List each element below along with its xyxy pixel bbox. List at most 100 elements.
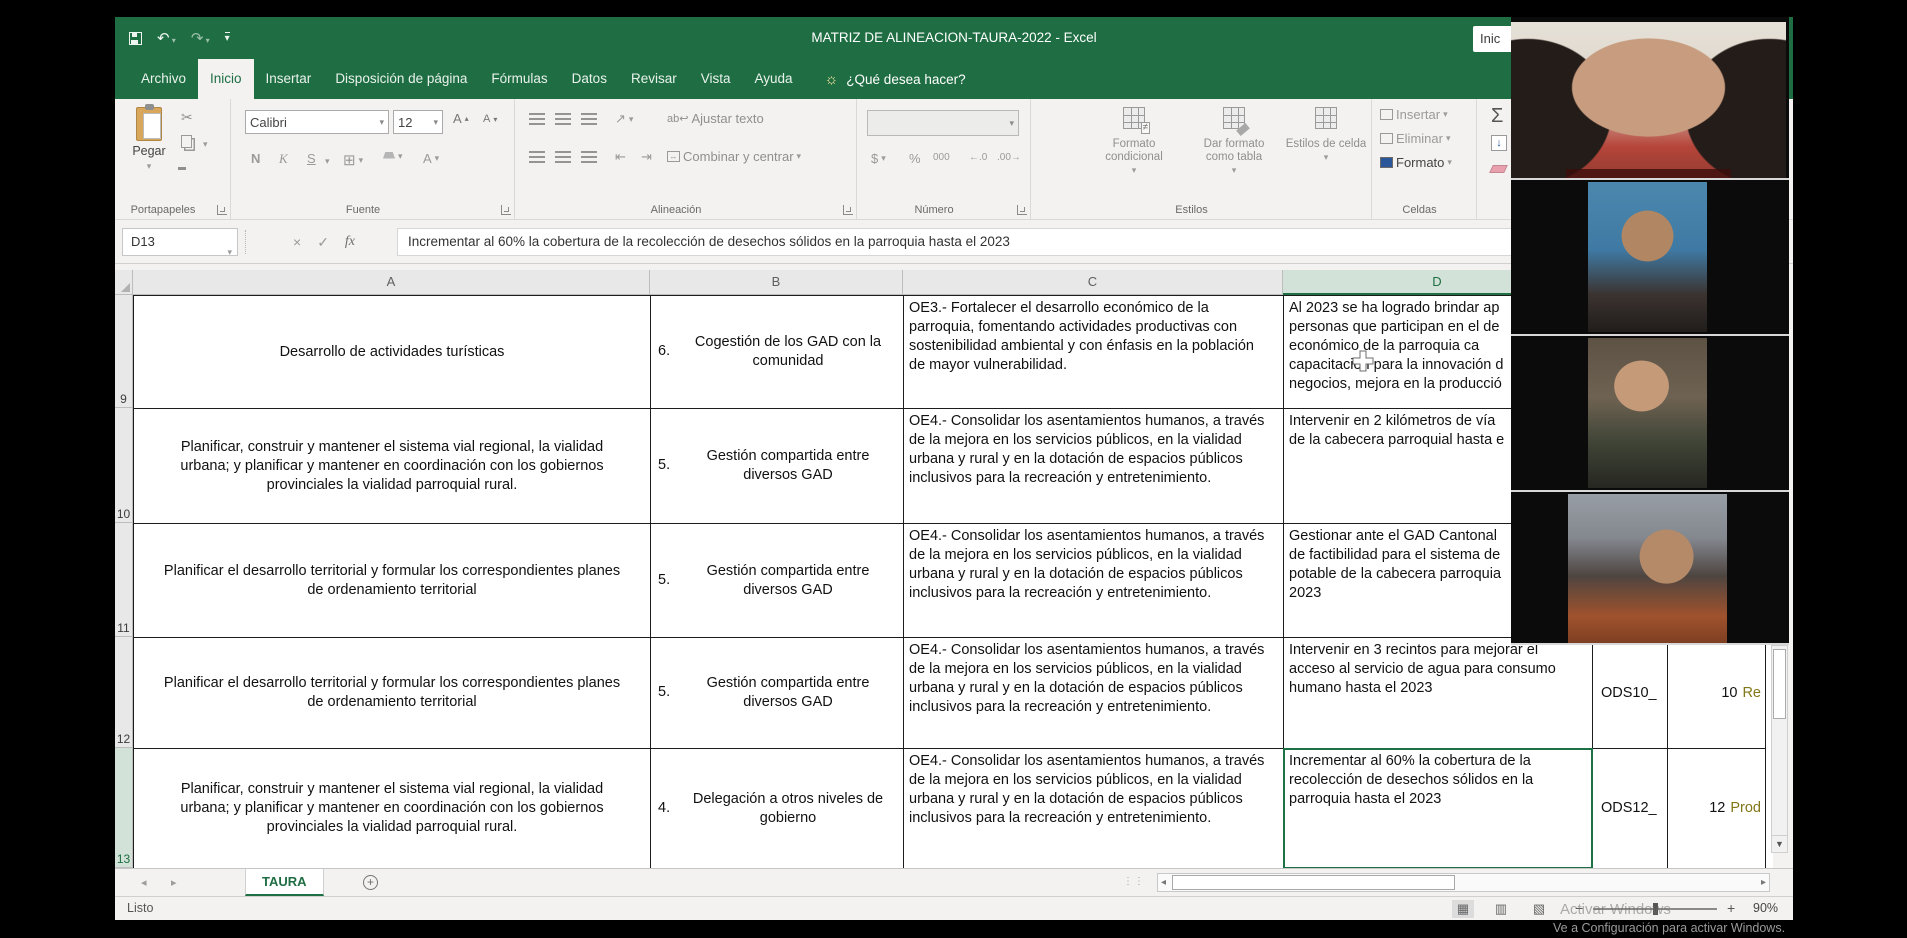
cell-A12[interactable]: Planificar el desarrollo territorial y f… [133,637,651,749]
align-middle-icon[interactable] [555,113,571,126]
horizontal-scroll-thumb[interactable] [1172,875,1455,890]
align-right-icon[interactable] [581,151,597,164]
page-break-view-icon[interactable]: ▧ [1528,900,1550,918]
underline-chevron-icon[interactable]: ▾ [325,156,330,167]
sheet-next-icon[interactable]: ▸ [171,869,177,897]
increase-decimal-icon[interactable]: ←.0 [969,152,987,163]
normal-view-icon[interactable]: ▦ [1452,900,1474,918]
cell-B13[interactable]: 4.Delegación a otros niveles de gobierno [650,748,904,868]
fill-down-icon[interactable]: ↓ [1491,135,1507,151]
tab-datos[interactable]: Datos [560,59,619,99]
format-cells-button[interactable]: Formato▾ [1380,155,1452,170]
align-center-icon[interactable] [555,151,571,164]
format-as-table-button[interactable]: Dar formato como tabla ▾ [1191,107,1277,177]
cell-C12[interactable]: OE4.- Consolidar los asentamientos human… [903,637,1284,749]
clipboard-dialog-launcher-icon[interactable] [217,205,227,215]
scroll-left-icon[interactable]: ◂ [1161,876,1166,890]
cell-D12[interactable]: Intervenir en 3 recintos para mejorar el… [1283,637,1593,749]
merge-center-button[interactable]: ↔Combinar y centrar▾ [667,149,801,164]
cell-B9[interactable]: 6.Cogestión de los GAD con la comunidad [650,295,904,409]
cell-C11[interactable]: OE4.- Consolidar los asentamientos human… [903,523,1284,638]
tab-ayuda[interactable]: Ayuda [743,59,805,99]
participant-video-3[interactable] [1588,338,1707,488]
page-layout-view-icon[interactable]: ▥ [1490,900,1512,918]
cell-D13-selected[interactable]: Incrementar al 60% la cobertura de la re… [1283,748,1593,868]
sign-in-button[interactable]: Inic [1473,26,1513,52]
tab-vista[interactable]: Vista [689,59,743,99]
horizontal-scrollbar[interactable]: ◂ ▸ [1157,873,1770,892]
align-left-icon[interactable] [529,151,545,164]
tell-me-box[interactable]: ☼ ¿Qué desea hacer? [825,59,966,99]
participant-video-2[interactable] [1588,182,1707,332]
formula-bar-divider[interactable] [245,230,246,254]
cell-B12[interactable]: 5.Gestión compartida entre diversos GAD [650,637,904,749]
align-top-icon[interactable] [529,113,545,126]
cell-C10[interactable]: OE4.- Consolidar los asentamientos human… [903,408,1284,524]
cut-icon[interactable]: ✂ [181,109,193,126]
cell-C9[interactable]: OE3.- Fortalecer el desarrollo económico… [903,295,1284,409]
align-bottom-icon[interactable] [581,113,597,126]
cell-A11[interactable]: Planificar el desarrollo territorial y f… [133,523,651,638]
zoom-in-icon[interactable]: + [1727,897,1735,920]
participant-video-1[interactable] [1511,22,1786,178]
row-header-12[interactable]: 12 [115,637,133,748]
tab-disposicion[interactable]: Disposición de página [323,59,479,99]
row-header-9[interactable]: 9 [115,295,133,408]
copy-chevron-icon[interactable]: ▾ [203,139,208,150]
percent-format-icon[interactable]: % [909,151,921,166]
cell-A13[interactable]: Planificar, construir y mantener el sist… [133,748,651,868]
add-sheet-icon[interactable]: + [363,875,378,890]
increase-indent-icon[interactable]: ⇥ [641,149,652,165]
fill-color-icon[interactable]: ▾ [383,151,403,162]
cell-F12[interactable]: 10Re [1667,637,1766,749]
col-header-B[interactable]: B [650,270,903,295]
bold-button[interactable]: N [251,151,260,166]
insert-function-icon[interactable]: fx [345,234,355,250]
cell-A9[interactable]: Desarrollo de actividades turísticas [133,295,651,409]
cell-A10[interactable]: Planificar, construir y mantener el sist… [133,408,651,524]
increase-font-icon[interactable]: A▴ [453,111,469,126]
cancel-icon[interactable]: × [293,234,301,250]
row-header-11[interactable]: 11 [115,523,133,637]
insert-cells-button[interactable]: Insertar▾ [1380,107,1448,122]
number-format-select[interactable]: ▾ [867,110,1019,136]
decrease-indent-icon[interactable]: ⇤ [615,149,626,165]
decrease-font-icon[interactable]: A▾ [483,113,497,125]
clear-icon[interactable] [1489,165,1508,173]
autosum-icon[interactable]: Σ [1491,105,1503,128]
italic-button[interactable]: K [279,151,288,167]
alignment-dialog-launcher-icon[interactable] [843,205,853,215]
orientation-icon[interactable]: ↗▾ [615,111,633,127]
tab-formulas[interactable]: Fórmulas [479,59,559,99]
underline-button[interactable]: S [307,151,316,166]
vertical-scroll-thumb[interactable] [1773,649,1786,719]
sheet-prev-icon[interactable]: ◂ [141,869,147,897]
col-header-C[interactable]: C [903,270,1283,295]
font-color-icon[interactable]: A▾ [423,151,439,166]
scrollbar-split-handle[interactable]: ⋮⋮ [1123,876,1145,887]
font-dialog-launcher-icon[interactable] [501,205,511,215]
sheet-tab-taura[interactable]: TAURA [245,869,324,896]
name-box[interactable]: D13▾ [122,228,238,256]
cell-B11[interactable]: 5.Gestión compartida entre diversos GAD [650,523,904,638]
scroll-right-icon[interactable]: ▸ [1761,876,1766,890]
cell-F13[interactable]: 12Prod [1667,748,1766,868]
conditional-formatting-button[interactable]: Formato condicional ▾ [1091,107,1177,177]
scroll-down-icon[interactable]: ▼ [1772,835,1787,852]
tab-revisar[interactable]: Revisar [619,59,689,99]
vertical-scrollbar[interactable]: ▼ [1771,645,1788,853]
font-name-select[interactable]: Calibri▾ [245,110,389,134]
row-header-13[interactable]: 13 [115,748,133,868]
enter-icon[interactable]: ✓ [317,234,329,251]
tab-inicio[interactable]: Inicio [198,59,254,99]
tab-archivo[interactable]: Archivo [129,59,198,99]
cell-E13[interactable]: ODS12_ [1592,748,1668,868]
decrease-decimal-icon[interactable]: .00→ [997,152,1021,163]
number-dialog-launcher-icon[interactable] [1017,205,1027,215]
font-size-select[interactable]: 12▾ [393,110,443,134]
cell-C13[interactable]: OE4.- Consolidar los asentamientos human… [903,748,1284,868]
comma-format-icon[interactable]: 000 [933,152,950,163]
cell-E12[interactable]: ODS10_ [1592,637,1668,749]
tab-insertar[interactable]: Insertar [254,59,324,99]
wrap-text-button[interactable]: ab↩Ajustar texto [667,111,764,126]
